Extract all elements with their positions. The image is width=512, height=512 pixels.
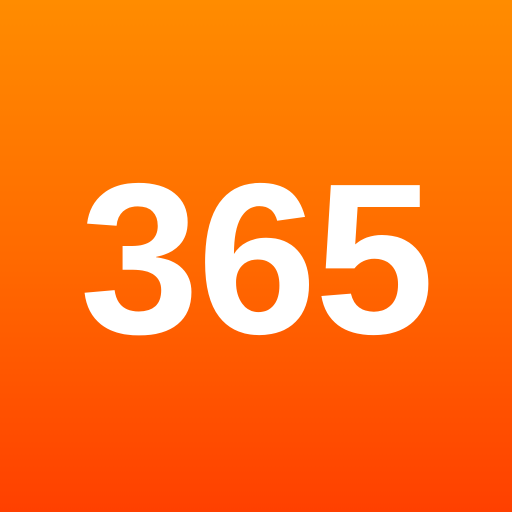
app-icon-tile: 365 <box>0 0 512 512</box>
icon-number-text: 365 <box>79 137 435 379</box>
